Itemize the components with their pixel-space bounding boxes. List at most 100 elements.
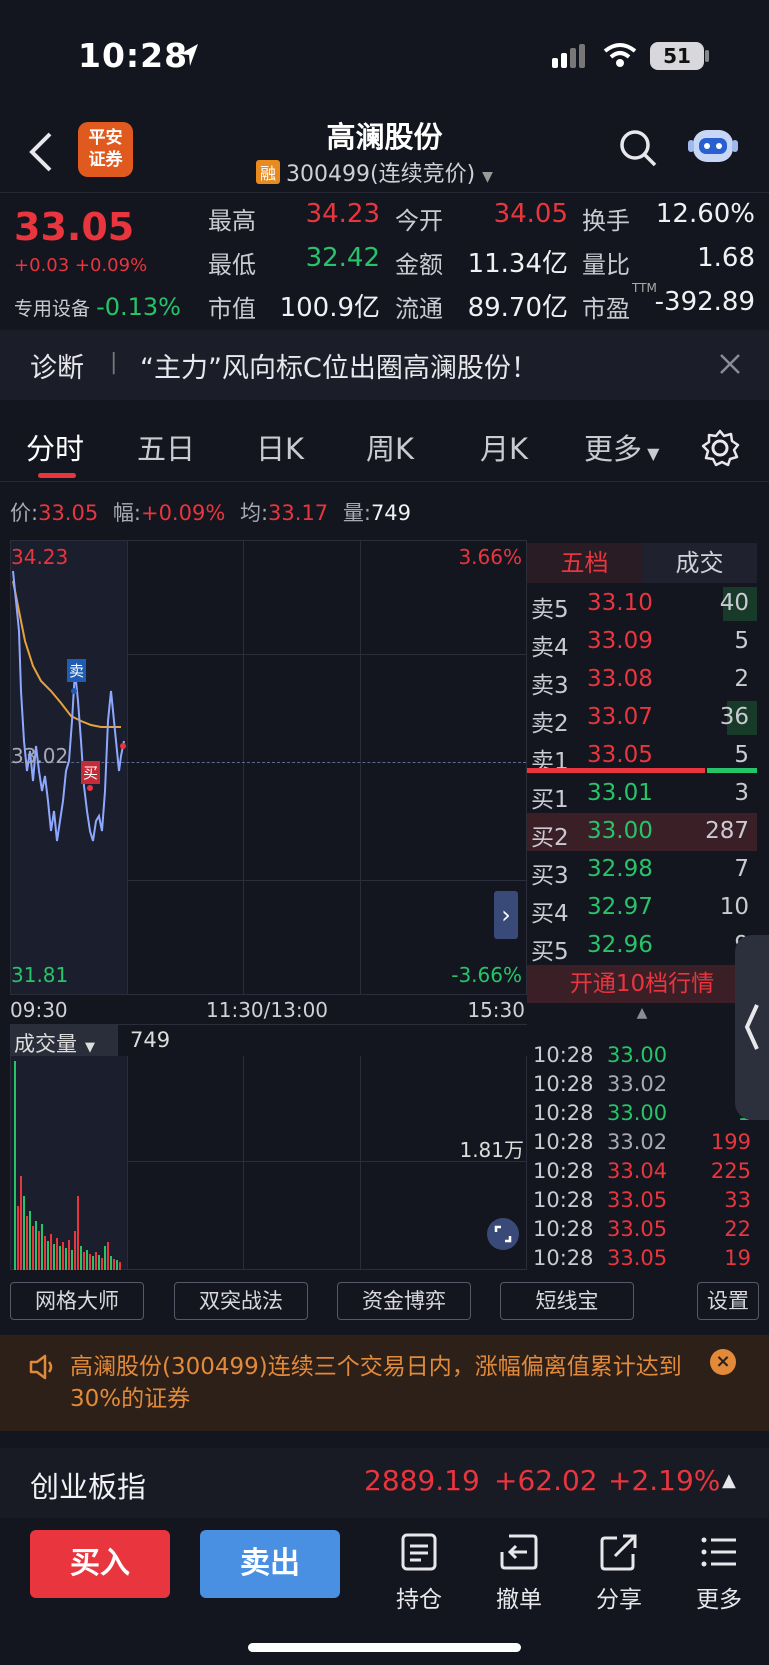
- index-ticker[interactable]: 创业板指 2889.19 +62.02 +2.19% ▲: [0, 1448, 769, 1518]
- turnover-label: 换手: [582, 207, 630, 235]
- cursor-info: 价:33.05 幅:+0.09% 均:33.17 量:749: [10, 501, 412, 525]
- trade-row: 10:28 33.05 22: [533, 1217, 751, 1241]
- stock-code[interactable]: 融 300499(连续竞价) ▼: [256, 156, 493, 188]
- wifi-icon: [603, 43, 637, 67]
- volume-scale: 1.81万: [459, 1138, 524, 1162]
- ask-row: 卖3 33.08 2: [531, 666, 749, 699]
- share-button[interactable]: 分享: [584, 1532, 654, 1614]
- bid-row: 买1 33.01 3: [531, 780, 749, 813]
- tab-daily-k[interactable]: 日K: [256, 426, 304, 468]
- chevron-right-icon: ›: [501, 901, 511, 929]
- tab-five-levels[interactable]: 五档: [527, 543, 642, 583]
- active-tab-indicator: [38, 473, 76, 478]
- more-button[interactable]: 更多: [684, 1532, 754, 1614]
- undo-icon: [500, 1534, 538, 1570]
- axis-high-price: 34.23: [11, 545, 69, 569]
- chevron-left-icon: [744, 1004, 759, 1050]
- float-label: 流通: [395, 295, 443, 323]
- ask-row: 卖5 33.10 40: [527, 585, 757, 623]
- ask-row: 卖4 33.09 5: [531, 628, 749, 661]
- battery-icon: 51: [650, 42, 704, 70]
- amount-value: 11.34亿: [467, 249, 568, 279]
- capital-game-button[interactable]: 资金博弈: [337, 1282, 471, 1320]
- time-axis: 09:30 11:30/13:00 15:30: [10, 998, 525, 1022]
- axis-low-price: 31.81: [11, 963, 69, 987]
- tab-intraday[interactable]: 分时: [26, 426, 84, 468]
- trade-row: 10:2833.021: [533, 1072, 751, 1096]
- sector-info[interactable]: 专用设备 -0.13%: [14, 293, 181, 321]
- amount-label: 金额: [395, 251, 443, 279]
- high-label: 最高: [208, 207, 256, 235]
- trade-row: 10:28 33.05 19: [533, 1246, 751, 1270]
- intraday-chart[interactable]: 34.23 3.66% 33.02 31.81 -3.66% 卖 买 ›: [10, 540, 527, 995]
- tab-more[interactable]: 更多 ▼: [584, 426, 659, 468]
- risk-notice[interactable]: 高澜股份(300499)连续三个交易日内，涨幅偏离值累计达到30%的证券 ×: [0, 1335, 769, 1431]
- open-label: 今开: [395, 207, 443, 235]
- double-break-button[interactable]: 双突战法: [174, 1282, 308, 1320]
- notice-text: 高澜股份(300499)连续三个交易日内，涨幅偏离值累计达到30%的证券: [70, 1354, 682, 1412]
- low-label: 最低: [208, 251, 256, 279]
- sell-button[interactable]: 卖出: [200, 1530, 340, 1598]
- diagnose-label: 诊断: [30, 353, 84, 384]
- volume-header: 成交量 ▼ 749: [10, 1024, 527, 1057]
- upgrade-level10-button[interactable]: 开通10档行情: [527, 965, 757, 1003]
- pe-value: -392.89: [654, 287, 755, 317]
- short-term-button[interactable]: 短线宝: [500, 1282, 634, 1320]
- grid-master-button[interactable]: 网格大师: [10, 1282, 144, 1320]
- cancel-order-button[interactable]: 撤单: [484, 1532, 554, 1614]
- volume-chart[interactable]: 1.81万: [10, 1056, 527, 1270]
- settings-gear-icon[interactable]: [700, 428, 740, 468]
- index-name: 创业板指: [30, 1470, 147, 1504]
- bid-row: 买4 32.97 10: [531, 894, 749, 927]
- index-change: +62.02: [494, 1464, 598, 1497]
- float-value: 89.70亿: [467, 293, 568, 323]
- axis-mid-price: 33.02: [11, 744, 69, 768]
- battery-tip: [705, 50, 709, 62]
- trade-row: 10:2833.001: [533, 1101, 751, 1125]
- tab-weekly-k[interactable]: 周K: [366, 426, 414, 468]
- tab-trades[interactable]: 成交: [642, 543, 757, 583]
- high-value: 34.23: [305, 199, 380, 229]
- ask-bid-ratio-bar-green: [707, 768, 757, 773]
- buy-marker[interactable]: 买: [81, 761, 101, 784]
- side-drawer-handle[interactable]: [735, 935, 769, 1120]
- search-icon[interactable]: [618, 128, 658, 168]
- buy-button[interactable]: 买入: [30, 1530, 170, 1598]
- close-icon[interactable]: [718, 352, 742, 376]
- index-pct: +2.19%: [608, 1464, 721, 1497]
- speaker-icon: [29, 1354, 53, 1380]
- expand-book-button[interactable]: ›: [494, 891, 518, 939]
- position-button[interactable]: 持仓: [384, 1532, 454, 1614]
- clock: 10:28: [78, 36, 189, 75]
- collapse-up-icon[interactable]: ▲: [527, 1005, 757, 1021]
- fullscreen-button[interactable]: [487, 1218, 519, 1250]
- index-value: 2889.19: [364, 1464, 480, 1497]
- menu-icon: [701, 1537, 736, 1567]
- mcap-value: 100.9亿: [279, 293, 380, 323]
- signal-icon: [552, 44, 585, 68]
- period-tabs: 分时 五日 日K 周K 月K 更多 ▼: [0, 410, 769, 482]
- trade-row: 10:28 33.02 199: [533, 1130, 751, 1154]
- location-arrow-icon: [180, 44, 198, 66]
- status-bar: 10:28 51: [0, 0, 769, 110]
- expand-up-icon[interactable]: ▲: [722, 1470, 736, 1491]
- margin-badge: 融: [256, 160, 281, 184]
- tab-five-day[interactable]: 五日: [137, 426, 195, 468]
- diagnose-text: “主力”风向标C位出圈高澜股份！: [140, 353, 538, 384]
- notice-close-icon[interactable]: ×: [710, 1349, 736, 1375]
- bid-row: 买532.969: [531, 932, 749, 965]
- tab-monthly-k[interactable]: 月K: [480, 426, 528, 468]
- volume-indicator-select[interactable]: 成交量 ▼: [10, 1025, 118, 1057]
- diagnose-banner[interactable]: 诊断 | “主力”风向标C位出圈高澜股份！: [0, 330, 769, 400]
- tools-settings-button[interactable]: 设置: [697, 1282, 759, 1320]
- robot-assistant-icon[interactable]: [688, 122, 738, 168]
- bid-row: 买2 33.00 287: [527, 813, 757, 851]
- volume-ratio-label: 量比: [582, 251, 630, 279]
- ask-bid-ratio-bar: [527, 768, 705, 773]
- volume-ratio-value: 1.68: [697, 243, 755, 273]
- document-icon: [401, 1533, 437, 1571]
- trade-row: 10:28 33.00: [533, 1043, 668, 1067]
- sell-marker[interactable]: 卖: [67, 659, 87, 682]
- home-indicator[interactable]: [248, 1643, 521, 1652]
- turnover-value: 12.60%: [655, 199, 755, 229]
